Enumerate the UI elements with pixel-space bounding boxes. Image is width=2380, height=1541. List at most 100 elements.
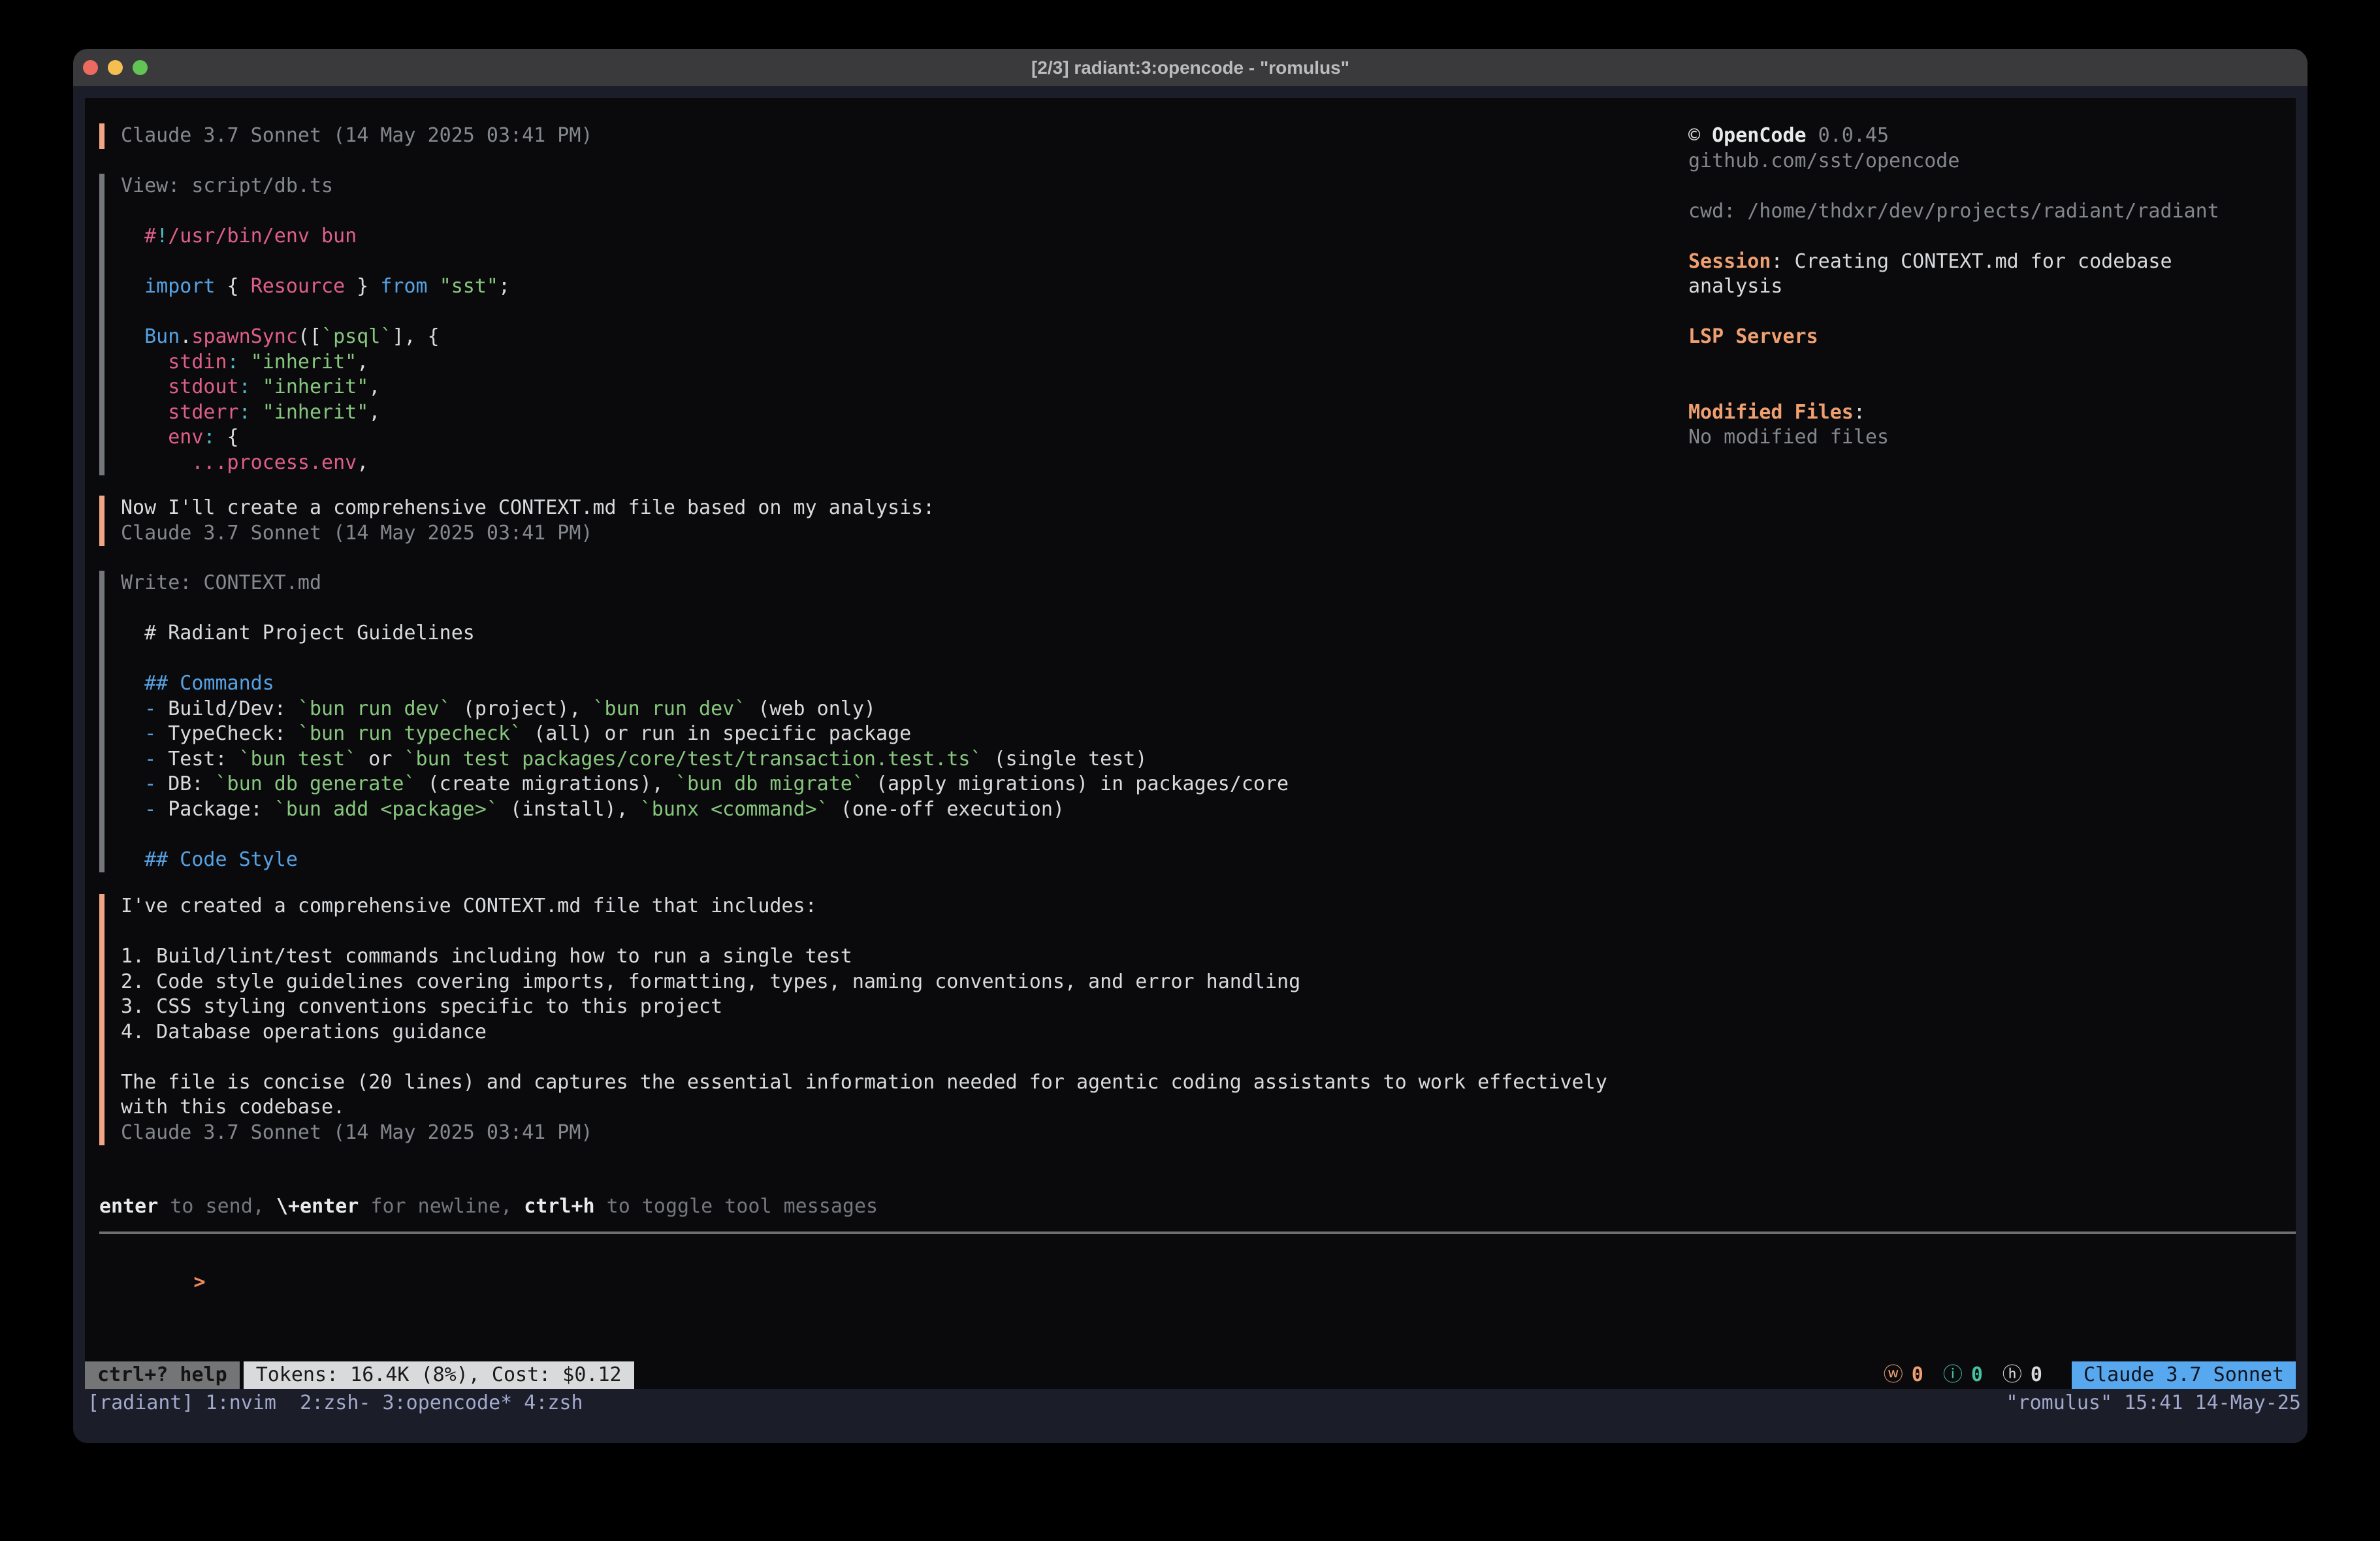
text-segment: for newline, — [359, 1195, 524, 1218]
text-segment: (install), — [498, 798, 640, 821]
text-segment: Build/Dev: — [168, 697, 298, 720]
terminal-line: ## Commands — [121, 671, 1289, 697]
tmux-status-bar: [radiant] 1:nvim 2:zsh- 3:opencode* 4:zs… — [73, 1389, 2308, 1416]
text-segment: ], { — [392, 325, 439, 348]
terminal-line: View: script/db.ts — [121, 174, 510, 199]
terminal-line: Bun.spawnSync([`psql`], { — [121, 325, 510, 350]
minimize-button[interactable] — [108, 60, 123, 75]
text-segment: , — [357, 451, 368, 474]
text-segment: } — [345, 275, 380, 298]
terminal-line: ## Code Style — [121, 848, 1289, 873]
text-segment: Claude 3.7 Sonnet (14 May 2025 03:41 PM) — [121, 1121, 592, 1144]
text-segment: - — [144, 722, 168, 745]
text-segment — [121, 748, 144, 770]
text-segment: © — [1688, 124, 1712, 147]
message-input[interactable]: > — [99, 1245, 206, 1320]
text-segment: , — [368, 375, 380, 398]
text-segment: enter — [99, 1195, 158, 1218]
text-segment: (web only) — [746, 697, 876, 720]
text-segment: `bun test` — [239, 748, 357, 770]
terminal-line: No modified files — [1688, 425, 2276, 451]
text-segment: (create migrations), — [416, 772, 675, 795]
text-segment: { — [216, 426, 239, 449]
text-segment: `bun run dev` — [593, 697, 747, 720]
text-segment: "inherit" — [263, 375, 369, 398]
text-segment: 4. Database operations guidance — [121, 1021, 487, 1043]
text-segment: `bun db migrate` — [675, 772, 864, 795]
info-count: 0 — [1971, 1363, 1983, 1388]
terminal-line: 1. Build/lint/test commands including ho… — [121, 944, 1607, 970]
text-segment — [121, 426, 168, 449]
text-segment: Now I'll create a comprehensive CONTEXT.… — [121, 496, 935, 519]
terminal-line: - Package: `bun add <package>` (install)… — [121, 797, 1289, 823]
text-segment: TypeCheck: — [168, 722, 298, 745]
text-segment: ...process.env — [191, 451, 357, 474]
terminal-line: cwd: /home/thdxr/dev/projects/radiant/ra… — [1688, 199, 2276, 225]
terminal-line — [121, 919, 1607, 945]
warnings-icon: ⓦ — [1884, 1363, 1903, 1388]
hints-icon: ⓗ — [2002, 1363, 2022, 1388]
info-icon: ⓘ — [1943, 1363, 1963, 1388]
text-segment: (single test) — [982, 748, 1148, 770]
terminal-line — [1688, 375, 2276, 400]
text-segment — [121, 772, 144, 795]
text-segment: , — [357, 351, 368, 373]
close-button[interactable] — [83, 60, 98, 75]
terminal-line: env: { — [121, 425, 510, 451]
text-segment: (all) or run in specific package — [522, 722, 911, 745]
text-segment: `bun db generate` — [216, 772, 416, 795]
terminal-line: © OpenCode 0.0.45 — [1688, 123, 2276, 149]
text-segment — [121, 697, 144, 720]
window-titlebar: [2/3] radiant:3:opencode - "romulus" — [73, 49, 2308, 86]
terminal-line: Modified Files: — [1688, 400, 2276, 426]
terminal-line: # Radiant Project Guidelines — [121, 621, 1289, 646]
text-segment — [121, 451, 191, 474]
text-segment: "inherit" — [263, 401, 369, 424]
text-segment: /usr/bin/env bun — [168, 225, 357, 247]
text-segment: (project), — [451, 697, 593, 720]
warnings-counter: ⓦ0 — [1884, 1363, 1923, 1388]
text-segment: Session — [1688, 250, 1771, 273]
text-segment: `bun test packages/core/test/transaction… — [404, 748, 982, 770]
terminal-line: LSP Servers — [1688, 325, 2276, 350]
text-segment: Claude 3.7 Sonnet (14 May 2025 03:41 PM) — [121, 124, 592, 147]
terminal-line: 3. CSS styling conventions specific to t… — [121, 994, 1607, 1020]
text-segment — [121, 375, 168, 398]
terminal-line — [1688, 174, 2276, 199]
text-segment: No modified files — [1688, 426, 1889, 449]
text-segment: View: script/db.ts — [121, 174, 333, 197]
text-segment: - — [144, 798, 168, 821]
diagnostics-counters: ⓦ0ⓘ0ⓗ0 — [1884, 1361, 2042, 1389]
terminal-line — [121, 1045, 1607, 1070]
tokens-cost-chip: Tokens: 16.4K (8%), Cost: $0.12 — [244, 1361, 634, 1389]
terminal-line: import { Resource } from "sst"; — [121, 274, 510, 300]
text-segment: - — [144, 748, 168, 770]
zoom-button[interactable] — [133, 60, 148, 75]
text-segment: "inherit" — [251, 351, 357, 373]
text-segment: 0.0.45 — [1807, 124, 1889, 147]
text-segment: `bun run dev` — [298, 697, 451, 720]
text-segment: 1. Build/lint/test commands including ho… — [121, 945, 852, 968]
terminal-line — [121, 199, 510, 225]
text-segment: , — [368, 401, 380, 424]
terminal-line: Now I'll create a comprehensive CONTEXT.… — [121, 496, 935, 521]
terminal-line — [121, 646, 1289, 672]
text-segment: : — [1854, 401, 1865, 424]
terminal-line: The file is concise (20 lines) and captu… — [121, 1070, 1607, 1096]
tmux-session-windows: [radiant] 1:nvim 2:zsh- 3:opencode* 4:zs… — [88, 1391, 583, 1414]
terminal-line: - Test: `bun test` or `bun test packages… — [121, 747, 1289, 772]
text-segment: Claude 3.7 Sonnet (14 May 2025 03:41 PM) — [121, 522, 592, 545]
text-segment: Write: CONTEXT.md — [121, 571, 321, 594]
window-title: [2/3] radiant:3:opencode - "romulus" — [73, 49, 2308, 86]
warnings-count: 0 — [1912, 1363, 1923, 1388]
status-bar: ctrl+? help Tokens: 16.4K (8%), Cost: $0… — [85, 1361, 2296, 1389]
text-segment — [428, 275, 440, 298]
model-badge: Claude 3.7 Sonnet — [2072, 1361, 2296, 1389]
prompt-marker: > — [194, 1271, 206, 1294]
text-segment: Resource — [251, 275, 346, 298]
text-segment: `bunx <command>` — [640, 798, 829, 821]
hints-count: 0 — [2031, 1363, 2042, 1388]
text-segment: ## Commands — [144, 672, 274, 695]
terminal-line: stdout: "inherit", — [121, 375, 510, 400]
text-segment: github.com/sst/opencode — [1688, 150, 1959, 172]
